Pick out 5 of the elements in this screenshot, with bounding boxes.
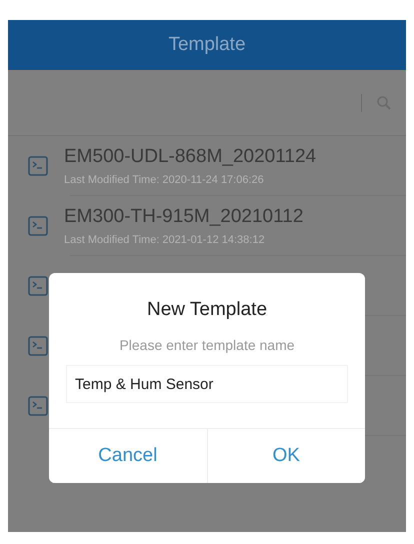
dialog-hint: Please enter template name [119, 337, 295, 353]
dialog-title: New Template [146, 299, 268, 321]
template-name: EM300-TH-915M_20210112 [64, 206, 304, 228]
header-title: Template [168, 34, 246, 56]
template-name: EM500-UDL-868M_20201124 [64, 146, 316, 168]
